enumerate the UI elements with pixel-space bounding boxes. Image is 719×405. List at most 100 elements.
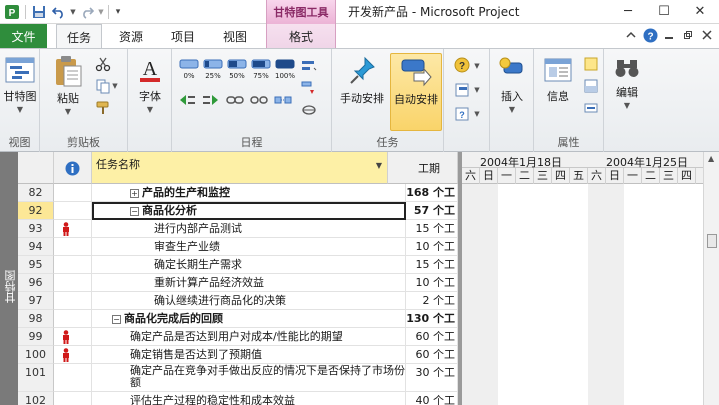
tab-file[interactable]: 文件 [0, 24, 47, 48]
tab-task[interactable]: 任务 [56, 24, 102, 49]
task-name-cell[interactable]: 确定长期生产需求 [92, 256, 406, 274]
table-row[interactable]: 95 确定长期生产需求 15 个工 [18, 256, 458, 274]
duration-cell[interactable]: 60 个工 [406, 328, 458, 346]
row-id[interactable]: 97 [18, 292, 54, 310]
information-button[interactable]: 信息 [538, 55, 578, 104]
task-name-cell[interactable]: 重新计算产品经济效益 [92, 274, 406, 292]
format-painter-icon[interactable] [94, 99, 112, 117]
table-row[interactable]: 92 − 商品化分析 57 个工 [18, 202, 458, 220]
task-name-cell[interactable]: 确定销售是否达到了预期值 [92, 346, 406, 364]
collapse-icon[interactable]: − [130, 206, 139, 216]
row-id[interactable]: 94 [18, 238, 54, 256]
help-icon[interactable]: ? [642, 27, 658, 43]
link-tasks-icon[interactable] [226, 93, 244, 110]
mode-dropdown-icon[interactable]: ▼ [472, 105, 482, 123]
task-name-cell[interactable]: 评估生产过程的稳定性和成本效益 [92, 392, 406, 405]
duration-header[interactable]: 工期 [388, 152, 458, 184]
mode-icon[interactable]: ? [454, 105, 472, 123]
redo-dropdown-icon[interactable]: ▼ [97, 2, 105, 22]
task-name-cell[interactable]: 进行内部产品测试 [92, 220, 406, 238]
table-row[interactable]: 97 确认继续进行商品化的决策 2 个工 [18, 292, 458, 310]
split-task-icon[interactable] [274, 93, 292, 110]
add-to-timeline-icon[interactable] [582, 99, 600, 117]
tab-view[interactable]: 视图 [212, 24, 258, 48]
table-row[interactable]: 99 确定产品是否达到用户对成本/性能比的期望 60 个工 [18, 328, 458, 346]
table-row[interactable]: 101 确定产品在竞争对手做出反应的情况下是否保持了市场份额 30 个工 [18, 364, 458, 392]
tab-project[interactable]: 项目 [160, 24, 206, 48]
table-row[interactable]: 102 评估生产过程的稳定性和成本效益 40 个工 [18, 392, 458, 405]
undo-dropdown-icon[interactable]: ▼ [69, 2, 77, 22]
inspect-icon[interactable]: ? [454, 57, 472, 75]
copy-dropdown-icon[interactable]: ▼ [110, 77, 120, 95]
close-button[interactable]: ✕ [682, 0, 718, 22]
duration-cell[interactable]: 57 个工 [406, 202, 458, 220]
doc-close-icon[interactable] [699, 27, 715, 43]
table-row[interactable]: 82 + 产品的生产和监控 168 个工 [18, 184, 458, 202]
scroll-up-icon[interactable]: ▲ [708, 154, 714, 163]
minimize-button[interactable]: ─ [610, 0, 646, 22]
respect-links-icon[interactable] [300, 79, 318, 97]
duration-cell[interactable]: 30 个工 [406, 364, 458, 392]
indent-icon[interactable] [202, 93, 220, 110]
cut-icon[interactable] [94, 55, 112, 73]
select-all-corner[interactable] [18, 152, 54, 184]
table-row[interactable]: 93 进行内部产品测试 15 个工 [18, 220, 458, 238]
task-name-cell[interactable]: 审查生产业绩 [92, 238, 406, 256]
editing-button[interactable]: 编辑 ▼ [608, 55, 646, 110]
duration-cell[interactable]: 60 个工 [406, 346, 458, 364]
task-name-cell[interactable]: 确认继续进行商品化的决策 [92, 292, 406, 310]
row-id[interactable]: 92 [18, 202, 54, 220]
mark-on-track-icon[interactable] [300, 57, 318, 75]
scroll-thumb[interactable] [707, 234, 717, 248]
duration-cell[interactable]: 15 个工 [406, 256, 458, 274]
row-id[interactable]: 99 [18, 328, 54, 346]
indicators-header[interactable] [54, 152, 92, 184]
doc-minimize-icon[interactable] [661, 27, 677, 43]
mark-100-percent-button[interactable]: 100% [274, 59, 296, 80]
collapse-icon[interactable]: − [112, 314, 121, 324]
vertical-scrollbar[interactable]: ▲ [703, 152, 719, 405]
mark-25-percent-button[interactable]: 25% [202, 59, 224, 80]
row-id[interactable]: 82 [18, 184, 54, 202]
undo-icon[interactable] [49, 2, 69, 22]
row-id[interactable]: 95 [18, 256, 54, 274]
mark-0-percent-button[interactable]: 0% [178, 59, 200, 80]
manually-schedule-button[interactable]: 手动安排 [336, 55, 388, 106]
insert-button[interactable]: 插入 ▼ [494, 55, 530, 114]
move-task-icon[interactable] [454, 81, 472, 99]
notes-icon[interactable] [582, 55, 600, 73]
save-icon[interactable] [29, 2, 49, 22]
unlink-tasks-icon[interactable] [250, 93, 268, 110]
duration-cell[interactable]: 130 个工 [406, 310, 458, 328]
row-id[interactable]: 100 [18, 346, 54, 364]
outdent-icon[interactable] [178, 93, 196, 110]
details-icon[interactable] [582, 77, 600, 95]
maximize-button[interactable]: ☐ [646, 0, 682, 22]
move-dropdown-icon[interactable]: ▼ [472, 81, 482, 99]
font-button[interactable]: A 字体 ▼ [132, 55, 168, 114]
row-id[interactable]: 98 [18, 310, 54, 328]
row-id[interactable]: 101 [18, 364, 54, 392]
inactivate-icon[interactable] [300, 101, 318, 119]
row-id[interactable]: 93 [18, 220, 54, 238]
task-name-cell[interactable]: + 产品的生产和监控 [92, 184, 406, 202]
duration-cell[interactable]: 40 个工 [406, 392, 458, 405]
paste-button[interactable]: 粘贴 ▼ [50, 55, 86, 116]
task-name-cell[interactable]: 确定产品是否达到用户对成本/性能比的期望 [92, 328, 406, 346]
duration-cell[interactable]: 10 个工 [406, 274, 458, 292]
mark-50-percent-button[interactable]: 50% [226, 59, 248, 80]
redo-icon[interactable] [77, 2, 97, 22]
collapse-ribbon-icon[interactable] [623, 27, 639, 43]
task-name-cell[interactable]: 确定产品在竞争对手做出反应的情况下是否保持了市场份额 [92, 364, 406, 392]
table-row[interactable]: 98− 商品化完成后的回顾 130 个工 [18, 310, 458, 328]
gantt-chart-button[interactable]: 甘特图 ▼ [2, 55, 38, 114]
view-bar[interactable]: 甘特图 [0, 152, 18, 405]
duration-cell[interactable]: 168 个工 [406, 184, 458, 202]
row-id[interactable]: 102 [18, 392, 54, 405]
project-app-icon[interactable]: P [2, 2, 22, 22]
table-row[interactable]: 100 确定销售是否达到了预期值 60 个工 [18, 346, 458, 364]
mark-75-percent-button[interactable]: 75% [250, 59, 272, 80]
customize-qat-icon[interactable]: ▾ [112, 2, 124, 22]
task-name-cell[interactable]: − 商品化分析 [92, 202, 406, 220]
duration-cell[interactable]: 15 个工 [406, 220, 458, 238]
